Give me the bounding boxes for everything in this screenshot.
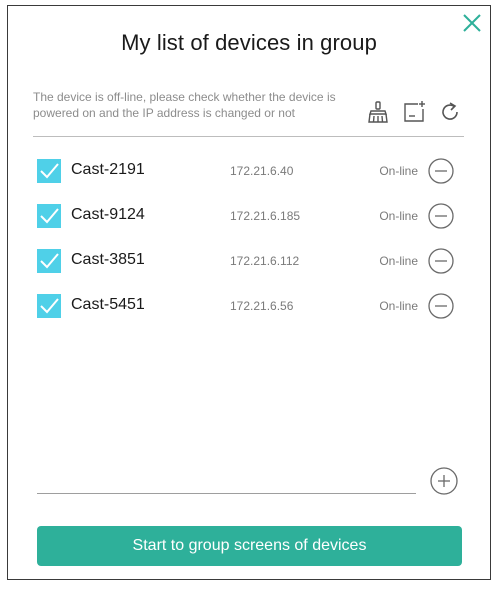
- device-row: Cast-2191 172.21.6.40 On-line: [36, 154, 460, 199]
- device-name: Cast-3851: [71, 251, 145, 268]
- device-status: On-line: [379, 164, 418, 178]
- device-status: On-line: [379, 209, 418, 223]
- add-screen-icon[interactable]: [402, 100, 426, 124]
- device-ip: 172.21.6.112: [230, 254, 300, 268]
- header-divider: [33, 136, 464, 137]
- remove-device-icon[interactable]: [428, 158, 454, 184]
- remove-device-icon[interactable]: [428, 203, 454, 229]
- device-name: Cast-5451: [71, 296, 145, 313]
- device-checkbox[interactable]: [37, 204, 61, 228]
- toolbar: [366, 100, 462, 124]
- device-row: Cast-5451 172.21.6.56 On-line: [36, 289, 460, 334]
- add-device-icon[interactable]: [430, 467, 458, 495]
- device-ip: 172.21.6.40: [230, 164, 294, 178]
- remove-device-icon[interactable]: [428, 248, 454, 274]
- device-status: On-line: [379, 254, 418, 268]
- device-ip: 172.21.6.185: [230, 209, 301, 223]
- broom-icon[interactable]: [366, 100, 390, 124]
- device-checkbox[interactable]: [37, 294, 61, 318]
- device-checkbox[interactable]: [37, 159, 61, 183]
- device-group-dialog: My list of devices in group The device i…: [7, 5, 491, 580]
- device-name: Cast-9124: [71, 206, 145, 223]
- device-name: Cast-2191: [71, 161, 145, 178]
- device-checkbox[interactable]: [37, 249, 61, 273]
- offline-warning: The device is off-line, please check whe…: [33, 90, 336, 120]
- device-row: Cast-3851 172.21.6.112 On-line: [36, 244, 460, 289]
- device-status: On-line: [379, 299, 418, 313]
- list-divider: [37, 493, 416, 494]
- device-ip: 172.21.6.56: [230, 299, 294, 313]
- device-row: Cast-9124 172.21.6.185 On-line: [36, 199, 460, 244]
- dialog-title: My list of devices in group: [121, 30, 377, 55]
- start-group-button[interactable]: Start to group screens of devices: [37, 526, 462, 566]
- device-list: Cast-2191 172.21.6.40 On-line Cast-9124 …: [36, 154, 460, 334]
- refresh-icon[interactable]: [438, 100, 462, 124]
- remove-device-icon[interactable]: [428, 293, 454, 319]
